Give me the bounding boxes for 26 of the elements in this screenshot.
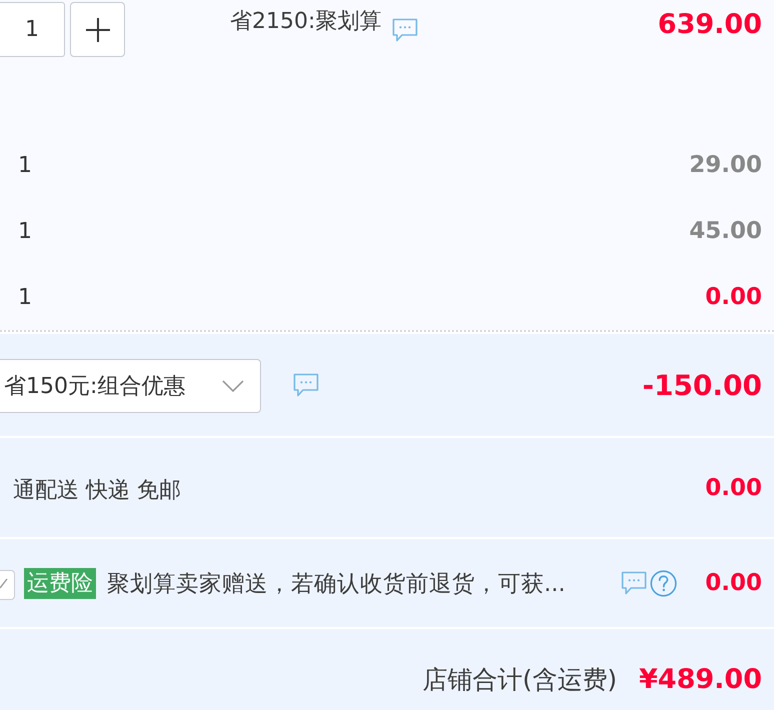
chat-icon[interactable] — [621, 571, 648, 595]
plus-icon — [86, 18, 110, 42]
item-quantity: 1 — [18, 152, 32, 178]
item-quantity: 1 — [18, 284, 32, 310]
shop-total-amount: ¥489.00 — [639, 664, 762, 695]
shop-total-label: 店铺合计(含运费) — [422, 664, 618, 696]
increase-button[interactable] — [70, 2, 125, 57]
discount-amount: -150.00 — [642, 368, 762, 402]
chevron-down-icon — [222, 380, 244, 392]
insurance-fee: 0.00 — [705, 570, 762, 596]
delivery-fee: 0.00 — [705, 474, 762, 500]
item-price: 639.00 — [658, 10, 762, 40]
item-price: 0.00 — [705, 284, 762, 310]
promotion-label: 省2150:聚划算 — [230, 8, 382, 36]
checkbox[interactable] — [0, 570, 15, 600]
item-price: 45.00 — [689, 218, 762, 244]
quantity-input[interactable]: 1 — [0, 2, 65, 57]
delivery-method: 通配送 快递 免邮 — [12, 476, 181, 504]
insurance-description: 聚划算卖家赠送，若确认收货前退货，可获... — [107, 570, 566, 598]
help-icon[interactable] — [650, 570, 678, 596]
insurance-tag: 运费险 — [24, 568, 96, 598]
item-price: 29.00 — [689, 152, 762, 178]
item-quantity: 1 — [18, 218, 32, 244]
chat-icon[interactable] — [392, 18, 418, 42]
chat-icon[interactable] — [293, 373, 319, 397]
discount-dropdown[interactable]: 省150元:组合优惠 — [0, 358, 261, 412]
